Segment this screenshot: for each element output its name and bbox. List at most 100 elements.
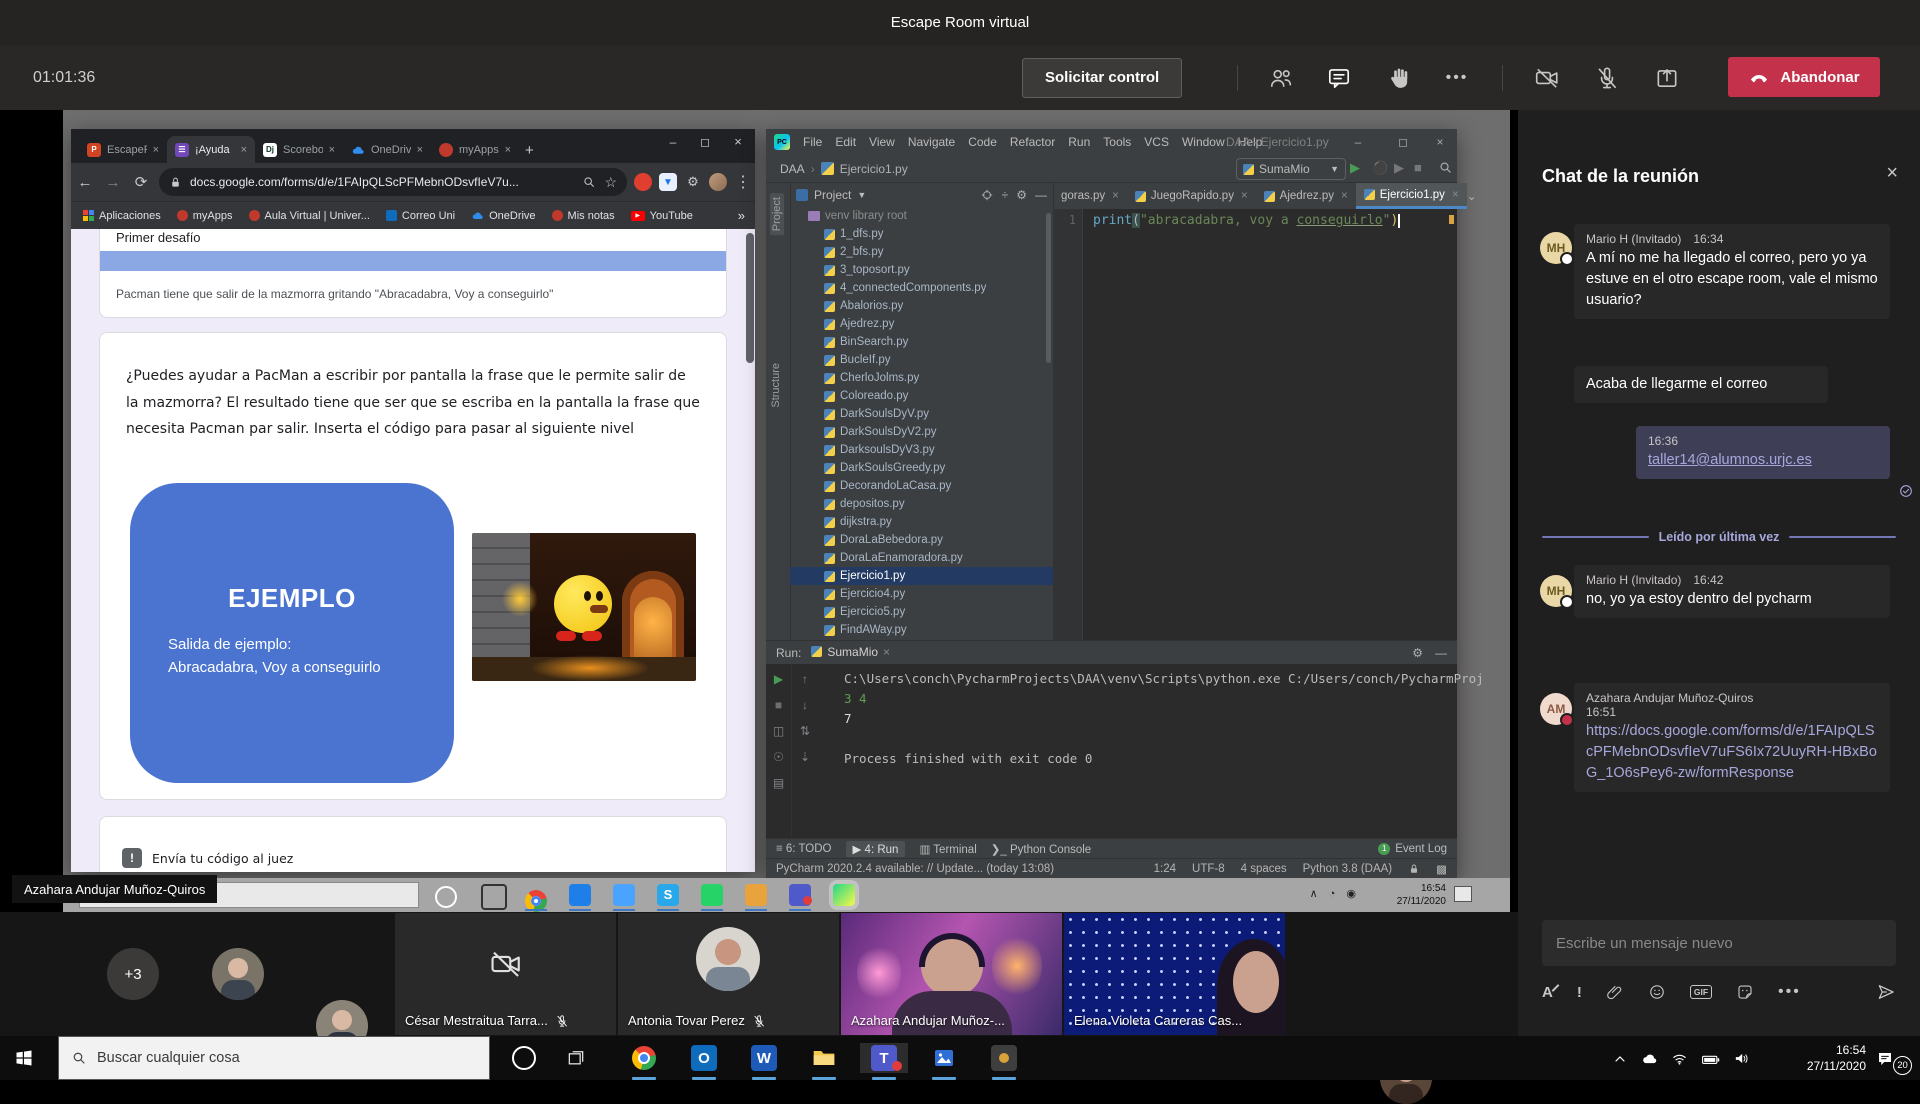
- taskbar-teams-icon[interactable]: T: [860, 1043, 908, 1073]
- avatar[interactable]: MH: [1540, 232, 1572, 264]
- tab-close-icon[interactable]: ×: [1241, 190, 1248, 202]
- stop-icon[interactable]: ■: [1414, 160, 1422, 175]
- menu-run[interactable]: Run: [1068, 135, 1090, 149]
- settings-gear-icon[interactable]: ⚙: [1016, 188, 1027, 202]
- tree-file[interactable]: DoraLaEnamoradora.py: [790, 549, 1053, 567]
- menu-code[interactable]: Code: [968, 135, 997, 149]
- priority-icon[interactable]: !: [1577, 984, 1582, 1001]
- bookmark-onedrive[interactable]: OneDrive: [471, 209, 535, 222]
- browser-close-button[interactable]: ×: [721, 129, 755, 155]
- bookmark-mis-notas[interactable]: Mis notas: [552, 210, 615, 222]
- more-compose-icon[interactable]: •••: [1778, 983, 1801, 1001]
- tree-file[interactable]: 3_toposort.py: [790, 261, 1053, 279]
- menu-tools[interactable]: Tools: [1103, 135, 1131, 149]
- editor-tab-active[interactable]: Ejercicio1.py×: [1356, 183, 1467, 209]
- taskbar-explorer-icon[interactable]: [800, 1043, 848, 1073]
- browser-tab[interactable]: myApps ×: [431, 136, 519, 163]
- settings-gear-icon[interactable]: ⚙: [1412, 646, 1423, 660]
- up-stack-icon[interactable]: ↑: [802, 672, 808, 686]
- message-link[interactable]: taller14@alumnos.urjc.es: [1648, 452, 1812, 468]
- cortana-button[interactable]: [500, 1043, 548, 1073]
- stop-icon[interactable]: ■: [775, 698, 782, 712]
- indent-setting[interactable]: 4 spaces: [1241, 863, 1287, 875]
- tab-close-icon[interactable]: ×: [505, 144, 511, 156]
- address-bar[interactable]: docs.google.com/forms/d/e/1FAIpQLScPFMeb…: [159, 168, 627, 196]
- format-icon[interactable]: A: [1542, 984, 1553, 1001]
- tab-close-icon[interactable]: ×: [1452, 189, 1459, 201]
- chat-close-icon[interactable]: ×: [1886, 162, 1898, 185]
- menu-view[interactable]: View: [869, 135, 895, 149]
- taskbar-photos-icon[interactable]: [920, 1043, 968, 1073]
- menu-vcs[interactable]: VCS: [1144, 135, 1169, 149]
- chat-icon[interactable]: [1326, 65, 1352, 91]
- tree-file[interactable]: DoraLaBebedora.py: [790, 531, 1053, 549]
- run-icon[interactable]: ▶: [1350, 160, 1360, 176]
- raise-hand-icon[interactable]: [1387, 65, 1413, 91]
- menu-refactor[interactable]: Refactor: [1010, 135, 1055, 149]
- share-screen-icon[interactable]: [1654, 65, 1680, 91]
- tree-file[interactable]: DecorandoLaCasa.py: [790, 477, 1053, 495]
- run-tab[interactable]: SumaMio ×: [811, 640, 890, 666]
- lock-icon[interactable]: [1408, 863, 1420, 875]
- chat-message[interactable]: Acaba de llegarme el correo: [1574, 366, 1828, 403]
- bookmark-star-icon[interactable]: ☆: [604, 174, 617, 191]
- bookmark-youtube[interactable]: ▶YouTube: [631, 210, 693, 222]
- editor-tab[interactable]: goras.py×: [1053, 183, 1127, 209]
- run-config-selector[interactable]: SumaMio ▼: [1236, 158, 1346, 180]
- bookmark-aula-virtual[interactable]: Aula Virtual | Univer...: [249, 210, 370, 222]
- participant-avatar[interactable]: [212, 948, 264, 1000]
- hide-panel-icon[interactable]: —: [1035, 188, 1047, 202]
- attach-icon[interactable]: [1606, 983, 1624, 1001]
- tree-root[interactable]: venv library root: [790, 207, 1053, 225]
- bookmark-myapps[interactable]: myApps: [177, 210, 233, 222]
- tree-file[interactable]: FindAWay.py: [790, 621, 1053, 639]
- menu-edit[interactable]: Edit: [835, 135, 856, 149]
- taskbar-clock[interactable]: 16:54 27/11/2020: [1807, 1042, 1866, 1074]
- stripe-structure-tab[interactable]: Structure: [770, 363, 782, 408]
- tree-file-selected[interactable]: Ejercicio1.py: [790, 567, 1053, 585]
- tree-file[interactable]: DarksoulsDyV3.py: [790, 441, 1053, 459]
- tree-file[interactable]: BinSearch.py: [790, 333, 1053, 351]
- scroll-end-icon[interactable]: ⇣: [800, 750, 810, 764]
- bookmark-correo[interactable]: Correo Uni: [386, 210, 455, 222]
- python-console-tab[interactable]: ❯_ Python Console: [991, 842, 1091, 856]
- adblock-extension-icon[interactable]: [634, 173, 652, 191]
- pycharm-minimize-button[interactable]: –: [1341, 129, 1375, 155]
- tab-close-icon[interactable]: ×: [883, 645, 890, 659]
- chat-message[interactable]: Mario H (Invitado)16:42 no, yo ya estoy …: [1574, 565, 1890, 618]
- tree-file[interactable]: DarkSoulsDyV.py: [790, 405, 1053, 423]
- message-link[interactable]: https://docs.google.com/forms/d/e/1FAIpQ…: [1586, 723, 1877, 781]
- browser-scrollbar[interactable]: [746, 233, 754, 363]
- forward-icon[interactable]: →: [99, 174, 127, 191]
- taskbar-outlook-icon[interactable]: O: [680, 1043, 728, 1073]
- todo-tab[interactable]: ≡ 6: TODO: [776, 843, 832, 855]
- participant-tile[interactable]: César Mestraitua Tarra...: [395, 913, 616, 1035]
- debug-icon[interactable]: ⚫: [1372, 160, 1388, 176]
- tab-close-icon[interactable]: ×: [329, 144, 335, 156]
- action-center-icon[interactable]: [1876, 1050, 1894, 1068]
- browser-minimize-button[interactable]: –: [657, 129, 689, 155]
- request-control-button[interactable]: Solicitar control: [1022, 58, 1182, 98]
- rerun-icon[interactable]: ▶: [774, 672, 783, 686]
- emoji-icon[interactable]: [1648, 983, 1666, 1001]
- tree-file[interactable]: Coloreado.py: [790, 387, 1053, 405]
- participant-video-tile[interactable]: Elena Violeta Carreras Cas...: [1064, 913, 1285, 1035]
- taskbar-app-icon[interactable]: [980, 1043, 1028, 1073]
- interpreter[interactable]: Python 3.8 (DAA): [1303, 863, 1392, 875]
- start-button[interactable]: [0, 1043, 48, 1073]
- tree-file[interactable]: 4_connectedComponents.py: [790, 279, 1053, 297]
- tree-file[interactable]: 2_bfs.py: [790, 243, 1053, 261]
- tree-file[interactable]: DarkSoulsGreedy.py: [790, 459, 1053, 477]
- restore-layout-icon[interactable]: ◫: [773, 724, 784, 738]
- camera-off-icon[interactable]: [1534, 65, 1560, 91]
- code-editor[interactable]: 1 print("abracadabra, voy a conseguirlo"…: [1053, 209, 1457, 640]
- tree-file[interactable]: Abalorios.py: [790, 297, 1053, 315]
- search-everywhere-icon[interactable]: [1438, 160, 1453, 175]
- tree-file[interactable]: CherloJolms.py: [790, 369, 1053, 387]
- pycharm-maximize-button[interactable]: ◻: [1386, 129, 1420, 155]
- project-tree-scrollbar[interactable]: [1046, 213, 1051, 363]
- task-view-button[interactable]: [552, 1043, 600, 1073]
- browser-maximize-button[interactable]: ◻: [689, 129, 721, 155]
- chat-message[interactable]: Mario H (Invitado)16:34 A mí no me ha ll…: [1574, 224, 1890, 319]
- tab-close-icon[interactable]: ×: [153, 144, 159, 156]
